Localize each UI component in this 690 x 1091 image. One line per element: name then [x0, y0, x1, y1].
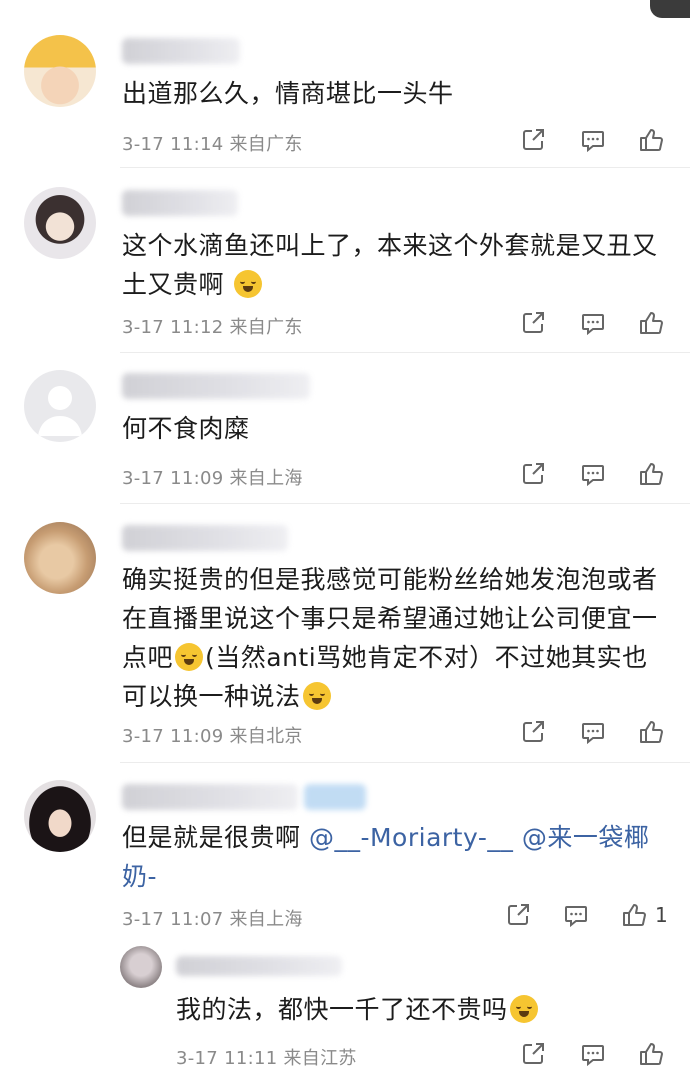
comment-meta: 3-17 11:12 来自广东 — [122, 313, 303, 339]
reply-text-line: 我的法，都快一千了还不贵吗 — [176, 995, 508, 1024]
crying-emoji-icon — [509, 995, 538, 1023]
username-blurred[interactable] — [122, 38, 240, 64]
like-icon[interactable] — [621, 902, 647, 928]
like-icon[interactable] — [638, 127, 664, 153]
share-icon[interactable] — [520, 1041, 546, 1067]
avatar[interactable] — [24, 35, 96, 107]
comment-location: 来自上海 — [229, 468, 303, 489]
comment-text-line: (当然anti骂她肯定不对）不过她其实也 — [205, 643, 648, 672]
mention-link[interactable]: @来一袋椰 — [522, 823, 650, 852]
comment-time: 3-17 11:09 — [122, 468, 224, 489]
username-blurred[interactable] — [122, 373, 310, 399]
comment-text-line: 在直播里说这个事只是希望通过她让公司便宜一 — [122, 604, 658, 633]
like-count: 1 — [655, 903, 668, 927]
comment-meta: 3-17 11:07 来自上海 — [122, 905, 303, 931]
like-icon[interactable] — [638, 719, 664, 745]
laugh-cry-emoji-icon — [302, 682, 331, 710]
comment-icon[interactable] — [580, 127, 606, 153]
username-blurred[interactable] — [122, 190, 238, 216]
avatar[interactable] — [24, 370, 96, 442]
comment-text-line: 土又贵啊 — [122, 270, 225, 299]
share-icon[interactable] — [520, 719, 546, 745]
reply-time: 3-17 11:11 — [176, 1048, 278, 1069]
avatar[interactable] — [120, 946, 162, 988]
comment-icon[interactable] — [580, 461, 606, 487]
like-icon[interactable] — [638, 461, 664, 487]
comment-meta: 3-17 11:14 来自广东 — [122, 130, 303, 156]
comment-actions — [520, 127, 670, 157]
comment-actions — [520, 461, 670, 491]
badge-blurred — [304, 784, 366, 810]
comment-icon[interactable] — [580, 310, 606, 336]
divider — [120, 503, 690, 504]
share-icon[interactable] — [520, 461, 546, 487]
reply-text: 我的法，都快一千了还不贵吗 — [176, 990, 540, 1029]
avatar[interactable] — [24, 780, 96, 852]
like-icon[interactable] — [638, 1041, 664, 1067]
divider — [120, 167, 690, 168]
comment-location: 来自广东 — [229, 317, 303, 338]
comment-text-line: 可以换一种说法 — [122, 682, 301, 711]
comment-actions: 1 — [505, 902, 675, 932]
username-blurred[interactable] — [176, 956, 342, 976]
crying-emoji-icon — [175, 643, 204, 671]
share-icon[interactable] — [505, 902, 531, 928]
laugh-cry-emoji-icon — [234, 270, 263, 298]
share-icon[interactable] — [520, 310, 546, 336]
comment-location: 来自广东 — [229, 134, 303, 155]
status-corner — [650, 0, 690, 18]
comment-text: 这个水滴鱼还叫上了，本来这个外套就是又丑又 土又贵啊 — [122, 226, 658, 304]
comment-icon[interactable] — [580, 719, 606, 745]
comment-text-line: 点吧 — [122, 643, 174, 672]
comment-text: 出道那么久，情商堪比一头牛 — [122, 79, 454, 108]
comment-text-line: 这个水滴鱼还叫上了，本来这个外套就是又丑又 — [122, 231, 658, 260]
reply-location: 来自江苏 — [283, 1048, 357, 1069]
mention-link[interactable]: 奶- — [122, 862, 157, 891]
comment-meta: 3-17 11:09 来自北京 — [122, 722, 303, 748]
divider — [120, 352, 690, 353]
comment-actions — [520, 310, 670, 340]
username-blurred[interactable] — [122, 784, 298, 810]
comment-time: 3-17 11:12 — [122, 317, 224, 338]
reply-meta: 3-17 11:11 来自江苏 — [176, 1044, 357, 1070]
comment-location: 来自北京 — [229, 726, 303, 747]
like-icon[interactable] — [638, 310, 664, 336]
comment-icon[interactable] — [580, 1041, 606, 1067]
comment-time: 3-17 11:07 — [122, 909, 224, 930]
username-blurred[interactable] — [122, 525, 288, 551]
comment-actions — [520, 719, 670, 749]
comment-time: 3-17 11:09 — [122, 726, 224, 747]
comment-text: 但是就是很贵啊 @__-Moriarty-__ @来一袋椰 奶- — [122, 818, 649, 896]
comment-text: 确实挺贵的但是我感觉可能粉丝给她发泡泡或者 在直播里说这个事只是希望通过她让公司… — [122, 560, 658, 716]
divider — [120, 762, 690, 763]
comment-time: 3-17 11:14 — [122, 134, 224, 155]
comment-text-line: 确实挺贵的但是我感觉可能粉丝给她发泡泡或者 — [122, 565, 658, 594]
comment-text-line: 但是就是很贵啊 — [122, 823, 301, 852]
comment-meta: 3-17 11:09 来自上海 — [122, 464, 303, 490]
reply-actions — [520, 1041, 670, 1071]
comment-icon[interactable] — [563, 902, 589, 928]
mention-link[interactable]: @__-Moriarty-__ — [309, 823, 513, 852]
avatar[interactable] — [24, 522, 96, 594]
comment-text: 何不食肉糜 — [122, 414, 250, 443]
comment-location: 来自上海 — [229, 909, 303, 930]
share-icon[interactable] — [520, 127, 546, 153]
avatar[interactable] — [24, 187, 96, 259]
